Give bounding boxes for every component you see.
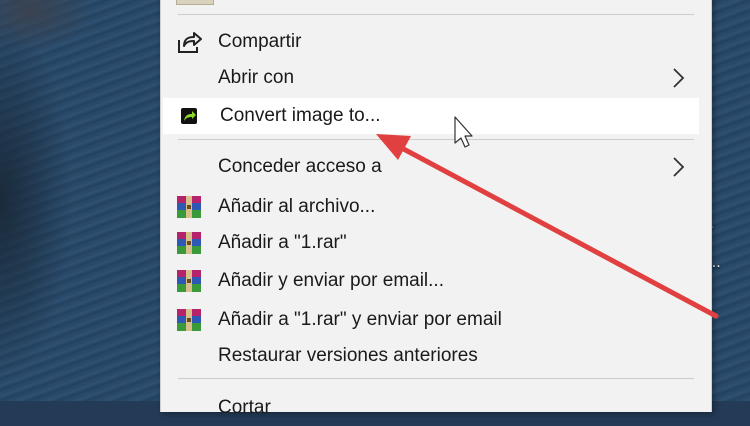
chevron-right-icon — [673, 68, 685, 88]
convert-image-icon — [181, 108, 197, 124]
menu-item-open-with[interactable]: Abrir con — [161, 60, 711, 96]
menu-item-label: Añadir a "1.rar" y enviar por email — [218, 309, 502, 330]
menu-item-add-to-archive[interactable]: Añadir al archivo... — [161, 189, 711, 225]
menu-item-give-access[interactable]: Conceder acceso a — [161, 149, 711, 185]
menu-item-cut[interactable]: Cortar — [161, 390, 711, 426]
menu-item-add-to-rar-and-email[interactable]: Añadir a "1.rar" y enviar por email — [161, 302, 711, 338]
menu-item-restore-versions[interactable]: Restaurar versiones anteriores — [161, 338, 711, 374]
menu-item-add-and-email[interactable]: Añadir y enviar por email... — [161, 263, 711, 299]
winrar-icon — [177, 270, 201, 292]
menu-separator — [178, 14, 694, 15]
menu-item-convert-image[interactable]: Convert image to... — [163, 98, 699, 134]
menu-item-label: Añadir a "1.rar" — [218, 232, 347, 253]
menu-separator — [178, 139, 694, 140]
winrar-icon — [177, 196, 201, 218]
menu-item-label: Conceder acceso a — [218, 156, 382, 177]
winrar-icon — [177, 232, 201, 254]
context-menu: Compartir Abrir con Convert image to... … — [160, 0, 712, 418]
menu-item-label: Restaurar versiones anteriores — [218, 345, 478, 366]
menu-item-label: Compartir — [218, 31, 302, 52]
menu-item-label: Abrir con — [218, 67, 295, 88]
menu-item-add-to-rar[interactable]: Añadir a "1.rar" — [161, 225, 711, 261]
file-thumbnail-icon — [176, 0, 214, 5]
menu-item-label: Añadir al archivo... — [218, 196, 376, 217]
chevron-right-icon — [673, 157, 685, 177]
share-icon — [178, 32, 202, 53]
menu-separator — [178, 378, 694, 379]
winrar-icon — [177, 309, 201, 331]
menu-item-label: Convert image to... — [220, 105, 381, 126]
menu-item-label: Añadir y enviar por email... — [218, 270, 444, 291]
menu-item-label: Cortar — [218, 397, 271, 418]
menu-item-share[interactable]: Compartir — [161, 24, 711, 60]
